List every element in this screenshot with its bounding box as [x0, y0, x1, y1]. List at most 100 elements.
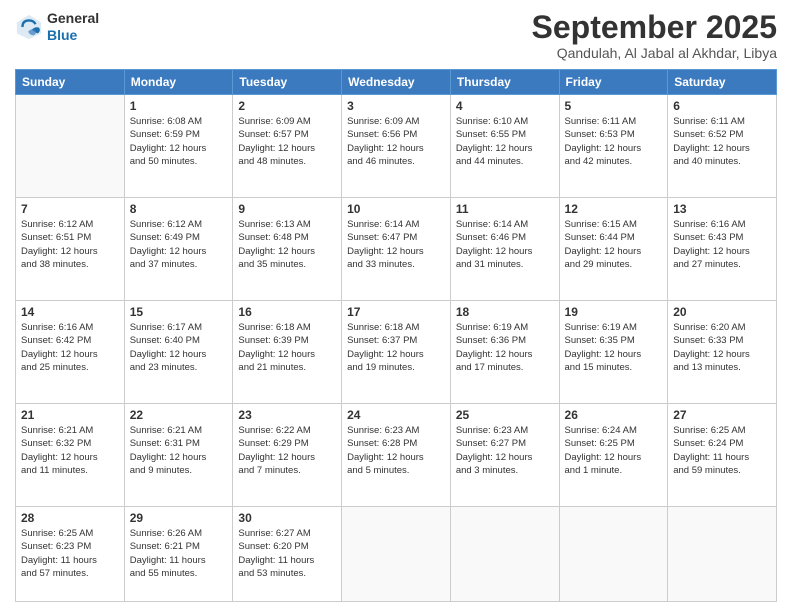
day-info: Sunrise: 6:25 AMSunset: 6:24 PMDaylight:…: [673, 424, 771, 477]
day-info: Sunrise: 6:16 AMSunset: 6:43 PMDaylight:…: [673, 218, 771, 271]
day-number: 11: [456, 202, 554, 216]
day-cell: 26Sunrise: 6:24 AMSunset: 6:25 PMDayligh…: [559, 404, 668, 507]
day-info: Sunrise: 6:22 AMSunset: 6:29 PMDaylight:…: [238, 424, 336, 477]
weekday-header-wednesday: Wednesday: [342, 70, 451, 95]
day-number: 16: [238, 305, 336, 319]
day-cell: 4 Sunrise: 6:10 AMSunset: 6:55 PMDaylight…: [450, 95, 559, 198]
day-number: 19: [565, 305, 663, 319]
day-number: 5: [565, 99, 663, 113]
day-number: 27: [673, 408, 771, 422]
day-cell: 29 Sunrise: 6:26 AMSunset: 6:21 PMDayligh…: [124, 507, 233, 602]
day-cell: 24Sunrise: 6:23 AMSunset: 6:28 PMDayligh…: [342, 404, 451, 507]
day-cell: 5 Sunrise: 6:11 AMSunset: 6:53 PMDaylight…: [559, 95, 668, 198]
day-cell: 8 Sunrise: 6:12 AMSunset: 6:49 PMDaylight…: [124, 198, 233, 301]
logo-text: General Blue: [47, 10, 99, 44]
day-number: 7: [21, 202, 119, 216]
day-cell: 28Sunrise: 6:25 AMSunset: 6:23 PMDayligh…: [16, 507, 125, 602]
day-number: 15: [130, 305, 228, 319]
day-cell: 17 Sunrise: 6:18 AMSunset: 6:37 PMDayligh…: [342, 301, 451, 404]
day-number: 3: [347, 99, 445, 113]
weekday-header-sunday: Sunday: [16, 70, 125, 95]
page: General Blue September 2025 Qandulah, Al…: [0, 0, 792, 612]
day-info: Sunrise: 6:19 AMSunset: 6:35 PMDaylight:…: [565, 321, 663, 374]
day-cell: 15Sunrise: 6:17 AMSunset: 6:40 PMDayligh…: [124, 301, 233, 404]
weekday-header-tuesday: Tuesday: [233, 70, 342, 95]
day-info: Sunrise: 6:25 AMSunset: 6:23 PMDaylight:…: [21, 527, 119, 580]
day-info: Sunrise: 6:09 AMSunset: 6:57 PMDaylight:…: [238, 115, 336, 168]
day-cell: 9 Sunrise: 6:13 AMSunset: 6:48 PMDaylight…: [233, 198, 342, 301]
day-number: 4: [456, 99, 554, 113]
day-info: Sunrise: 6:14 AMSunset: 6:46 PMDaylight:…: [456, 218, 554, 271]
day-number: 29: [130, 511, 228, 525]
day-info: Sunrise: 6:08 AMSunset: 6:59 PMDaylight:…: [130, 115, 228, 168]
day-cell: [342, 507, 451, 602]
day-number: 26: [565, 408, 663, 422]
day-info: Sunrise: 6:10 AMSunset: 6:55 PMDaylight:…: [456, 115, 554, 168]
day-info: Sunrise: 6:14 AMSunset: 6:47 PMDaylight:…: [347, 218, 445, 271]
day-number: 2: [238, 99, 336, 113]
day-info: Sunrise: 6:26 AMSunset: 6:21 PMDaylight:…: [130, 527, 228, 580]
day-info: Sunrise: 6:15 AMSunset: 6:44 PMDaylight:…: [565, 218, 663, 271]
title-block: September 2025 Qandulah, Al Jabal al Akh…: [532, 10, 777, 61]
day-info: Sunrise: 6:11 AMSunset: 6:53 PMDaylight:…: [565, 115, 663, 168]
weekday-header-monday: Monday: [124, 70, 233, 95]
day-info: Sunrise: 6:19 AMSunset: 6:36 PMDaylight:…: [456, 321, 554, 374]
day-cell: 11 Sunrise: 6:14 AMSunset: 6:46 PMDayligh…: [450, 198, 559, 301]
day-info: Sunrise: 6:12 AMSunset: 6:49 PMDaylight:…: [130, 218, 228, 271]
week-row-2: 7 Sunrise: 6:12 AMSunset: 6:51 PMDaylight…: [16, 198, 777, 301]
day-cell: 16Sunrise: 6:18 AMSunset: 6:39 PMDayligh…: [233, 301, 342, 404]
day-info: Sunrise: 6:12 AMSunset: 6:51 PMDaylight:…: [21, 218, 119, 271]
day-cell: 2 Sunrise: 6:09 AMSunset: 6:57 PMDaylight…: [233, 95, 342, 198]
day-number: 24: [347, 408, 445, 422]
week-row-3: 14 Sunrise: 6:16 AMSunset: 6:42 PMDayligh…: [16, 301, 777, 404]
day-cell: 20Sunrise: 6:20 AMSunset: 6:33 PMDayligh…: [668, 301, 777, 404]
logo-icon: [15, 13, 43, 41]
weekday-header-friday: Friday: [559, 70, 668, 95]
day-number: 8: [130, 202, 228, 216]
day-cell: 22 Sunrise: 6:21 AMSunset: 6:31 PMDayligh…: [124, 404, 233, 507]
day-cell: 10 Sunrise: 6:14 AMSunset: 6:47 PMDayligh…: [342, 198, 451, 301]
day-number: 18: [456, 305, 554, 319]
day-cell: 23Sunrise: 6:22 AMSunset: 6:29 PMDayligh…: [233, 404, 342, 507]
day-info: Sunrise: 6:20 AMSunset: 6:33 PMDaylight:…: [673, 321, 771, 374]
day-cell: 18 Sunrise: 6:19 AMSunset: 6:36 PMDayligh…: [450, 301, 559, 404]
day-cell: 14 Sunrise: 6:16 AMSunset: 6:42 PMDayligh…: [16, 301, 125, 404]
day-number: 6: [673, 99, 771, 113]
weekday-header-saturday: Saturday: [668, 70, 777, 95]
day-info: Sunrise: 6:18 AMSunset: 6:37 PMDaylight:…: [347, 321, 445, 374]
day-cell: 12Sunrise: 6:15 AMSunset: 6:44 PMDayligh…: [559, 198, 668, 301]
day-cell: 13 Sunrise: 6:16 AMSunset: 6:43 PMDayligh…: [668, 198, 777, 301]
day-info: Sunrise: 6:21 AMSunset: 6:32 PMDaylight:…: [21, 424, 119, 477]
day-number: 1: [130, 99, 228, 113]
day-number: 25: [456, 408, 554, 422]
day-number: 30: [238, 511, 336, 525]
day-cell: 1 Sunrise: 6:08 AMSunset: 6:59 PMDaylight…: [124, 95, 233, 198]
day-number: 14: [21, 305, 119, 319]
day-cell: [16, 95, 125, 198]
day-cell: 25Sunrise: 6:23 AMSunset: 6:27 PMDayligh…: [450, 404, 559, 507]
week-row-1: 1 Sunrise: 6:08 AMSunset: 6:59 PMDaylight…: [16, 95, 777, 198]
day-cell: 27 Sunrise: 6:25 AMSunset: 6:24 PMDayligh…: [668, 404, 777, 507]
logo-blue: Blue: [47, 27, 99, 44]
day-number: 22: [130, 408, 228, 422]
week-row-5: 28Sunrise: 6:25 AMSunset: 6:23 PMDayligh…: [16, 507, 777, 602]
day-number: 17: [347, 305, 445, 319]
weekday-header-thursday: Thursday: [450, 70, 559, 95]
day-cell: [559, 507, 668, 602]
day-cell: 30 Sunrise: 6:27 AMSunset: 6:20 PMDayligh…: [233, 507, 342, 602]
day-cell: 3 Sunrise: 6:09 AMSunset: 6:56 PMDaylight…: [342, 95, 451, 198]
logo: General Blue: [15, 10, 99, 44]
day-cell: 6 Sunrise: 6:11 AMSunset: 6:52 PMDaylight…: [668, 95, 777, 198]
day-info: Sunrise: 6:09 AMSunset: 6:56 PMDaylight:…: [347, 115, 445, 168]
day-info: Sunrise: 6:21 AMSunset: 6:31 PMDaylight:…: [130, 424, 228, 477]
day-info: Sunrise: 6:27 AMSunset: 6:20 PMDaylight:…: [238, 527, 336, 580]
day-info: Sunrise: 6:11 AMSunset: 6:52 PMDaylight:…: [673, 115, 771, 168]
day-number: 10: [347, 202, 445, 216]
day-info: Sunrise: 6:13 AMSunset: 6:48 PMDaylight:…: [238, 218, 336, 271]
weekday-header-row: SundayMondayTuesdayWednesdayThursdayFrid…: [16, 70, 777, 95]
day-number: 13: [673, 202, 771, 216]
day-info: Sunrise: 6:16 AMSunset: 6:42 PMDaylight:…: [21, 321, 119, 374]
day-cell: 7 Sunrise: 6:12 AMSunset: 6:51 PMDaylight…: [16, 198, 125, 301]
day-number: 9: [238, 202, 336, 216]
logo-general: General: [47, 10, 99, 27]
